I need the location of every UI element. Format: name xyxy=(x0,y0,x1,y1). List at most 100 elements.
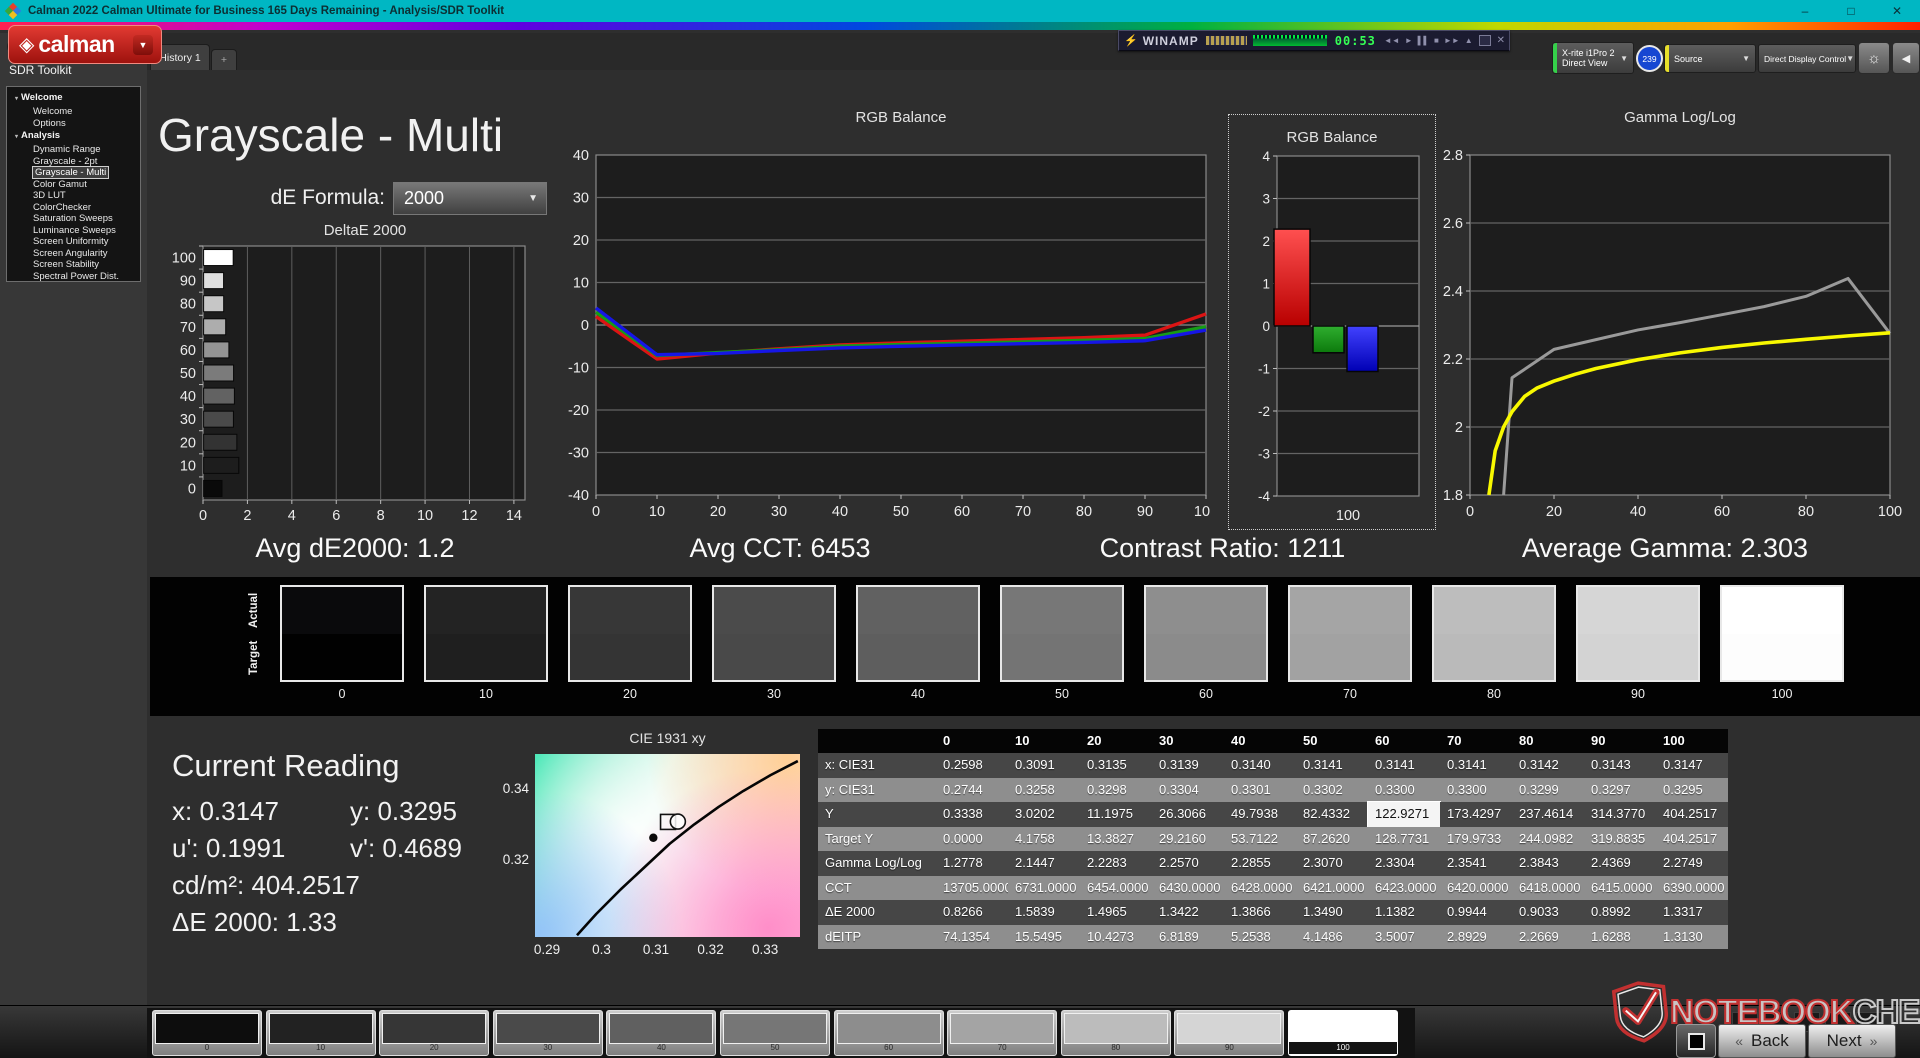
rgb-line-chart-title: RGB Balance xyxy=(596,109,1206,126)
patch-label: 10 xyxy=(267,1042,375,1054)
svg-text:30: 30 xyxy=(771,504,787,520)
table-cell: 0.3298 xyxy=(1080,778,1152,803)
svg-text:3: 3 xyxy=(1262,192,1270,207)
table-cell: 1.3317 xyxy=(1656,900,1728,925)
patch-button-50[interactable]: 50 xyxy=(720,1010,830,1056)
winamp-transport-controls[interactable]: ◄◄ ► ▌▌ ■ ►► ▲ xyxy=(1384,36,1473,45)
table-cell: 0.3299 xyxy=(1512,778,1584,803)
patch-button-40[interactable]: 40 xyxy=(606,1010,716,1056)
patch-button-10[interactable]: 10 xyxy=(266,1010,376,1056)
patch-button-0[interactable]: 0 xyxy=(152,1010,262,1056)
table-cell: 2.3843 xyxy=(1512,851,1584,876)
back-button[interactable]: « Back xyxy=(1718,1024,1806,1058)
reading-value: x: 0.3147 xyxy=(172,796,350,833)
calman-menu-button[interactable]: ◈ calman ▼ xyxy=(8,25,162,64)
new-tab-button[interactable]: + xyxy=(211,49,237,70)
close-icon[interactable]: ✕ xyxy=(1874,0,1920,22)
svg-text:1.8: 1.8 xyxy=(1443,488,1463,504)
patch-button-30[interactable]: 30 xyxy=(493,1010,603,1056)
table-cell: 6415.0000 xyxy=(1584,876,1656,901)
meter-dropdown[interactable]: X-rite i1Pro 2Direct View ▼ xyxy=(1552,42,1634,74)
panel-collapse-button[interactable]: ◀ xyxy=(1892,42,1920,74)
patch-button-100[interactable]: 100 xyxy=(1288,1010,1398,1056)
meter-badge[interactable]: 239 xyxy=(1636,45,1663,72)
svg-text:-20: -20 xyxy=(568,403,589,419)
table-row-label: y: CIE31 xyxy=(818,778,936,803)
patch-button-90[interactable]: 90 xyxy=(1174,1010,1284,1056)
sidebar-item-spectral-power-dist[interactable]: Spectral Power Dist. xyxy=(7,271,140,283)
sidebar-item-welcome[interactable]: Welcome xyxy=(7,106,140,118)
sidebar-item-options[interactable]: Options xyxy=(7,118,140,130)
patch-button-70[interactable]: 70 xyxy=(947,1010,1057,1056)
stat-average-gamma: Average Gamma: 2.303 xyxy=(1470,533,1860,564)
next-button[interactable]: Next » xyxy=(1808,1024,1896,1058)
restore-icon[interactable]: □ xyxy=(1828,0,1874,22)
table-cell: 0.3147 xyxy=(1656,753,1728,778)
winamp-control-icon[interactable]: ◄◄ xyxy=(1384,36,1400,45)
table-cell: 6421.0000 xyxy=(1296,876,1368,901)
sidebar-item-screen-uniformity[interactable]: Screen Uniformity xyxy=(7,236,140,248)
grayscale-swatch-100 xyxy=(1720,585,1844,682)
winamp-toggle-icon[interactable] xyxy=(1479,35,1491,46)
winamp-player[interactable]: ⚡ WINAMP 00:53 ◄◄►▌▌■►►▲ ✕ xyxy=(1118,30,1510,51)
table-cell: 0.2744 xyxy=(936,778,1008,803)
patch-button-80[interactable]: 80 xyxy=(1061,1010,1171,1056)
de-formula-dropdown[interactable]: 2000 ▼ xyxy=(393,182,547,215)
sidebar-section-welcome[interactable]: ▾Welcome xyxy=(7,91,140,106)
winamp-control-icon[interactable]: ►► xyxy=(1444,36,1460,45)
table-cell: 3.5007 xyxy=(1368,925,1440,950)
sidebar-item-screen-stability[interactable]: Screen Stability xyxy=(7,259,140,271)
winamp-control-icon[interactable]: ► xyxy=(1405,36,1413,45)
swatch-level-label: 0 xyxy=(280,687,404,701)
sidebar-item-dynamic-range[interactable]: Dynamic Range xyxy=(7,144,140,156)
sidebar-item-luminance-sweeps[interactable]: Luminance Sweeps xyxy=(7,225,140,237)
swatch-level-label: 80 xyxy=(1432,687,1556,701)
settings-button[interactable]: ☼ xyxy=(1858,42,1890,74)
display-control-label: Direct Display Control xyxy=(1764,54,1846,64)
svg-text:10: 10 xyxy=(180,458,196,474)
patch-button-60[interactable]: 60 xyxy=(834,1010,944,1056)
sidebar-section-analysis[interactable]: ▾Analysis xyxy=(7,129,140,144)
source-dropdown[interactable]: Source ▼ xyxy=(1664,44,1756,73)
winamp-close-icon[interactable]: ✕ xyxy=(1497,35,1505,46)
minimize-icon[interactable]: – xyxy=(1782,0,1828,22)
winamp-control-icon[interactable]: ▲ xyxy=(1465,36,1473,45)
sidebar-item-color-gamut[interactable]: Color Gamut xyxy=(7,179,140,191)
table-cell: 2.2283 xyxy=(1080,851,1152,876)
swatch-actual xyxy=(714,587,834,634)
patch-button-20[interactable]: 20 xyxy=(379,1010,489,1056)
table-cell: 87.2620 xyxy=(1296,827,1368,852)
swatch-target xyxy=(858,634,978,681)
sidebar-item-grayscale-2pt[interactable]: Grayscale - 2pt xyxy=(7,156,140,168)
sidebar-item-colorchecker[interactable]: ColorChecker xyxy=(7,202,140,214)
sidebar-item-screen-angularity[interactable]: Screen Angularity xyxy=(7,248,140,260)
swatch-target xyxy=(570,634,690,681)
calman-menu-caret[interactable]: ▼ xyxy=(133,35,153,55)
patch-label: 0 xyxy=(153,1042,261,1054)
patch-window-button[interactable] xyxy=(1676,1024,1716,1058)
winamp-control-icon[interactable]: ■ xyxy=(1434,36,1439,45)
winamp-volume-slider[interactable] xyxy=(1206,36,1248,45)
svg-text:2.4: 2.4 xyxy=(1443,284,1463,300)
patch-swatch xyxy=(382,1013,486,1044)
table-cell: 13705.0000 xyxy=(936,876,1008,901)
table-cell: 2.3304 xyxy=(1368,851,1440,876)
winamp-control-icon[interactable]: ▌▌ xyxy=(1418,36,1429,45)
display-control-dropdown[interactable]: Direct Display Control ▼ xyxy=(1758,44,1856,73)
cie-x-tick: 0.31 xyxy=(634,942,678,957)
chevrons-left-icon: « xyxy=(1735,1033,1743,1049)
svg-text:2.2: 2.2 xyxy=(1443,352,1463,368)
sidebar-item-grayscale-multi[interactable]: Grayscale - Multi xyxy=(7,167,140,179)
meter-line2: Direct View xyxy=(1562,58,1607,68)
table-cell: 0.3141 xyxy=(1296,753,1368,778)
grayscale-swatch-90 xyxy=(1576,585,1700,682)
sidebar-item-3d-lut[interactable]: 3D LUT xyxy=(7,190,140,202)
patch-label: 30 xyxy=(494,1042,602,1054)
swatch-actual xyxy=(1002,587,1122,634)
grayscale-swatch-70 xyxy=(1288,585,1412,682)
sidebar-item-saturation-sweeps[interactable]: Saturation Sweeps xyxy=(7,213,140,225)
table-cell-highlighted: 122.9271 xyxy=(1368,802,1440,827)
table-cell: 26.3066 xyxy=(1152,802,1224,827)
svg-text:80: 80 xyxy=(180,297,196,313)
table-cell: 10.4273 xyxy=(1080,925,1152,950)
